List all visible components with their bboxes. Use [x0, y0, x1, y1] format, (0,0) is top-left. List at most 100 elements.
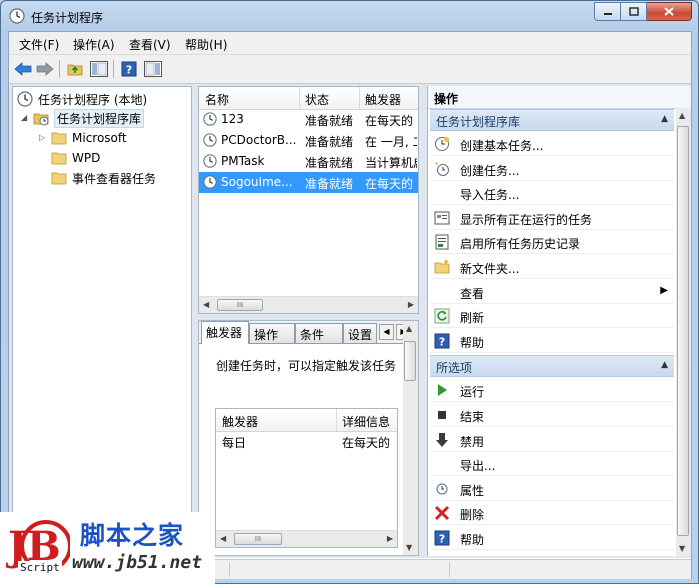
- action-disable[interactable]: 禁用: [430, 429, 674, 452]
- action-label: 显示所有正在运行的任务: [460, 212, 593, 227]
- action-delete[interactable]: 删除: [430, 502, 674, 526]
- forward-arrow-icon: [36, 62, 54, 76]
- task-list-header: 名称 状态 触发器: [199, 87, 418, 110]
- tree-item-label: Microsoft: [72, 131, 127, 145]
- back-button[interactable]: [13, 59, 33, 79]
- task-name: PMTask: [221, 154, 265, 168]
- collapse-arrow-icon[interactable]: ◢: [21, 113, 30, 122]
- action-properties[interactable]: 属性: [430, 478, 674, 501]
- show-hide-tree-button[interactable]: [89, 59, 109, 79]
- action-label: 刷新: [460, 311, 485, 326]
- column-trigger[interactable]: 触发器: [365, 91, 401, 108]
- action-help[interactable]: ? 帮助: [430, 330, 674, 353]
- action-label: 创建基本任务...: [460, 139, 544, 153]
- column-name[interactable]: 名称: [205, 91, 229, 108]
- history-icon: [434, 234, 450, 250]
- minimize-button[interactable]: [594, 2, 621, 21]
- task-clock-icon: [203, 112, 217, 126]
- forward-button[interactable]: [35, 59, 55, 79]
- tab-scroll-left[interactable]: ◀: [379, 324, 394, 340]
- menu-view[interactable]: 查看(V): [129, 36, 171, 53]
- table-row[interactable]: 每日 在每天的: [216, 431, 397, 452]
- expand-arrow-icon[interactable]: ▷: [39, 133, 48, 142]
- task-clock-icon: [203, 133, 217, 147]
- actions-pane: 操作 任务计划程序库 ▲ 创建基本任务... 创建任务... 导入任务... 显示所有正在…: [427, 86, 691, 556]
- trigger-table-hscrollbar[interactable]: ◀ III ▶: [216, 530, 397, 547]
- clock-icon: [9, 8, 25, 24]
- folder-icon: [51, 172, 67, 185]
- run-icon: [434, 382, 450, 398]
- column-details[interactable]: 详细信息: [342, 413, 390, 430]
- actions-header: 操作: [428, 86, 691, 109]
- task-name: PCDoctorB...: [221, 133, 297, 147]
- svg-text:?: ?: [126, 64, 132, 77]
- action-new-folder[interactable]: 新文件夹...: [430, 256, 674, 279]
- folder-icon: [51, 152, 67, 165]
- column-status[interactable]: 状态: [305, 91, 329, 108]
- action-refresh[interactable]: 刷新: [430, 305, 674, 329]
- window-title: 任务计划程序: [31, 11, 104, 25]
- action-end[interactable]: 结束: [430, 404, 674, 427]
- folder-icon: [51, 132, 67, 145]
- trigger-table-header: 触发器 详细信息: [216, 409, 397, 432]
- title-bar[interactable]: 任务计划程序: [1, 1, 698, 31]
- action-view[interactable]: 查看 ▶: [430, 281, 674, 304]
- menu-action[interactable]: 操作(A): [73, 36, 115, 53]
- collapse-up-icon[interactable]: ▲: [661, 114, 668, 124]
- collapse-up-icon[interactable]: ▲: [661, 360, 668, 370]
- actions-title: 操作: [434, 92, 459, 106]
- app-window: 任务计划程序 文件(F) 操作(A) 查看(V) 帮助(H) ? 任务计划程序 …: [0, 0, 699, 584]
- column-trigger[interactable]: 触发器: [222, 413, 258, 430]
- table-row[interactable]: PCDoctorB... 准备就绪在 一月, 二: [199, 130, 418, 151]
- action-label: 查看: [460, 286, 485, 301]
- tree-item-event-viewer-tasks[interactable]: 事件查看器任务: [51, 169, 156, 187]
- action-create-task[interactable]: 创建任务...: [430, 158, 674, 181]
- task-detail-pane: 触发器 操作 条件 设置 ◀ ▶ 创建任务时，可以指定触发该任务 触发器 详细信…: [198, 320, 419, 556]
- help-button[interactable]: ?: [119, 59, 139, 79]
- watermark: JB Script 脚本之家 www.jb51.net: [0, 512, 215, 584]
- menu-file[interactable]: 文件(F): [19, 36, 59, 53]
- tab-settings[interactable]: 设置: [343, 323, 377, 343]
- tree-item-library[interactable]: 任务计划程序库: [33, 108, 145, 128]
- section-selected-item-header[interactable]: 所选项 ▲: [430, 355, 674, 378]
- import-task-icon: [434, 185, 450, 201]
- action-run[interactable]: 运行: [430, 379, 674, 403]
- tree-item-microsoft[interactable]: Microsoft: [51, 129, 127, 147]
- submenu-arrow-icon: ▶: [660, 284, 668, 296]
- action-running-tasks[interactable]: 显示所有正在运行的任务: [430, 207, 674, 230]
- tab-conditions[interactable]: 条件: [295, 323, 343, 343]
- detail-vscrollbar[interactable]: ▲ ▼: [403, 321, 418, 555]
- tab-triggers[interactable]: 触发器: [201, 321, 249, 344]
- action-label: 导入任务...: [460, 188, 520, 203]
- action-export[interactable]: 导出...: [430, 453, 674, 477]
- action-history[interactable]: 启用所有任务历史记录: [430, 231, 674, 255]
- action-create-basic-task[interactable]: 创建基本任务...: [430, 133, 674, 156]
- table-row[interactable]: PMTask 准备就绪当计算机启: [199, 151, 418, 172]
- clock-icon: [17, 91, 33, 107]
- action-label: 启用所有任务历史记录: [460, 237, 581, 252]
- table-row[interactable]: 123 准备就绪 在每天的: [199, 109, 418, 130]
- task-name: 123: [221, 112, 244, 126]
- menu-bar: 文件(F) 操作(A) 查看(V) 帮助(H): [9, 32, 691, 55]
- action-pane-icon: [144, 61, 162, 77]
- help-icon: ?: [434, 333, 450, 349]
- task-trigger: 在每天的: [365, 177, 414, 191]
- toolbar: ?: [9, 55, 691, 84]
- action-label: 结束: [460, 410, 485, 424]
- close-button[interactable]: [647, 2, 692, 21]
- menu-help[interactable]: 帮助(H): [185, 36, 227, 53]
- action-import-task[interactable]: 导入任务...: [430, 182, 674, 206]
- show-hide-action-pane-button[interactable]: [143, 59, 163, 79]
- section-task-library-header[interactable]: 任务计划程序库 ▲: [430, 109, 674, 131]
- maximize-button[interactable]: [621, 2, 647, 21]
- table-row[interactable]: SogouIme... 准备就绪 在每天的: [199, 172, 418, 193]
- task-list-hscrollbar[interactable]: ◀ III ▶: [199, 296, 418, 313]
- tree-item-root[interactable]: 任务计划程序 (本地): [17, 90, 147, 108]
- tab-actions[interactable]: 操作: [249, 323, 295, 343]
- tree-item-wpd[interactable]: WPD: [51, 149, 100, 167]
- action-help[interactable]: ? 帮助: [430, 527, 674, 550]
- export-icon: [434, 456, 450, 472]
- task-name: SogouIme...: [221, 175, 293, 189]
- up-folder-button[interactable]: [65, 59, 85, 79]
- actions-vscrollbar[interactable]: ▲ ▼: [676, 108, 691, 556]
